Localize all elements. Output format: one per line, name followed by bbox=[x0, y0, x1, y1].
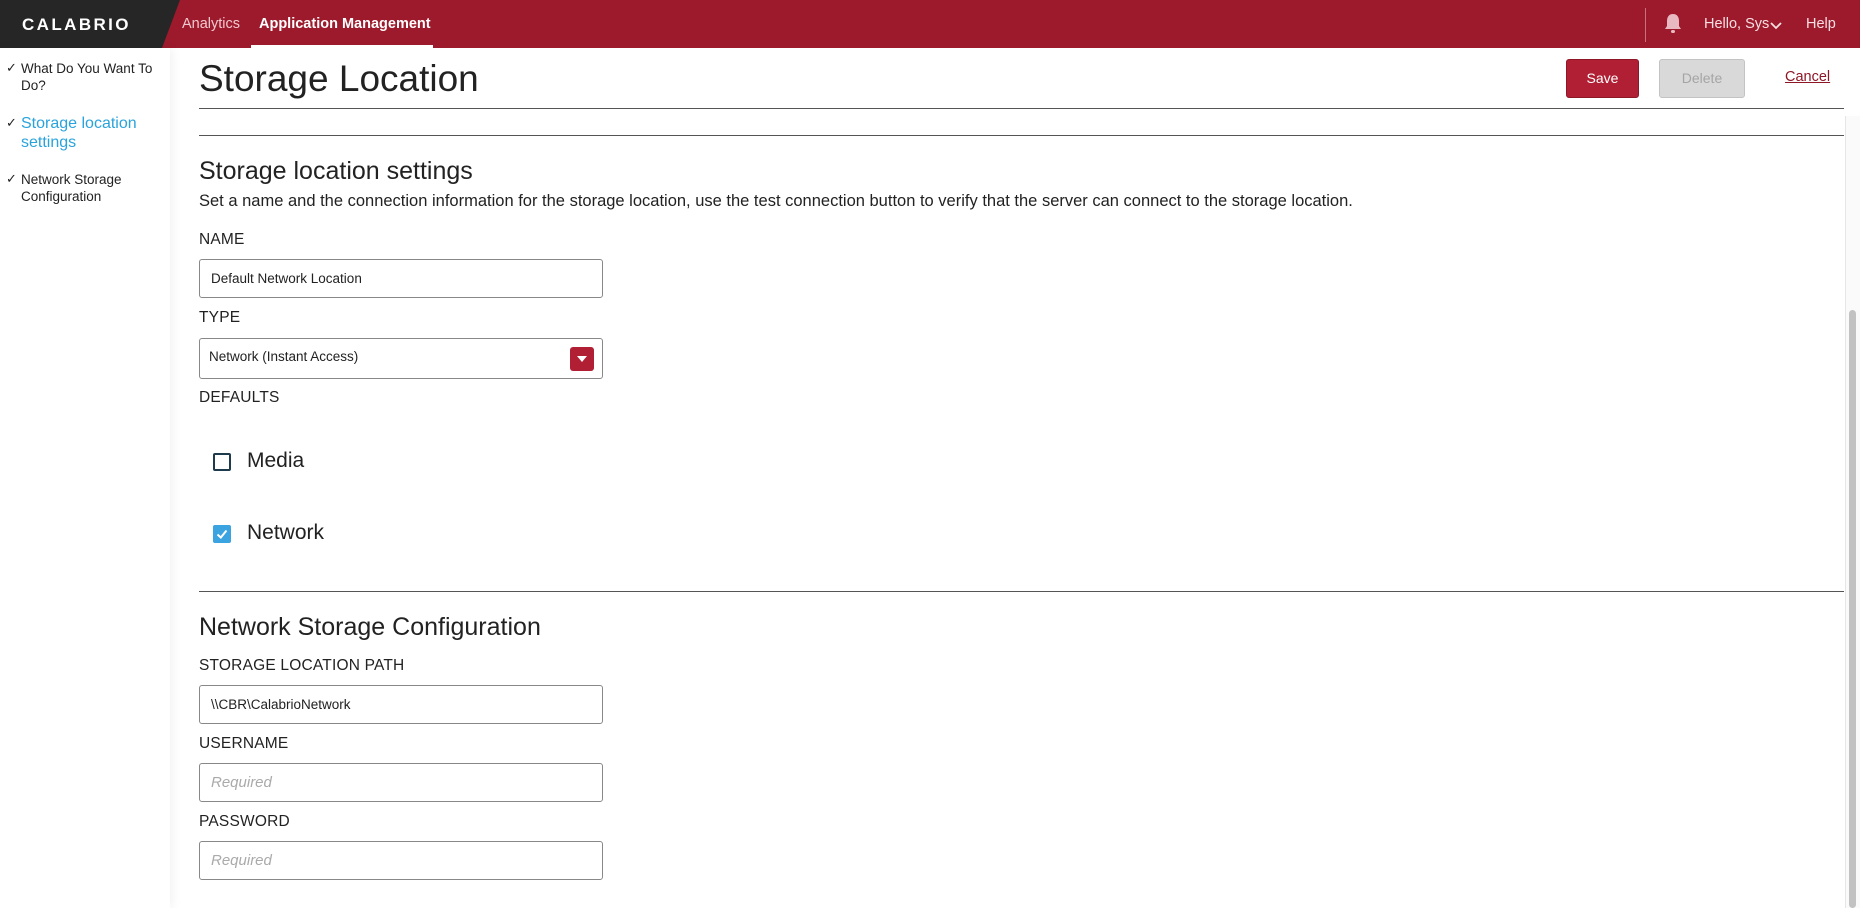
user-menu[interactable]: Hello, Sys bbox=[1704, 16, 1769, 32]
network-checkbox-label[interactable]: Network bbox=[247, 521, 324, 545]
checkmark-icon: ✓ bbox=[6, 115, 17, 130]
section-divider bbox=[199, 135, 1844, 136]
header-divider bbox=[199, 108, 1844, 109]
wizard-step-label: Network Storage Configuration bbox=[21, 172, 122, 204]
type-select[interactable]: Network (Instant Access) bbox=[199, 338, 603, 379]
storage-path-input[interactable] bbox=[199, 685, 603, 724]
section-description: Set a name and the connection informatio… bbox=[199, 192, 1353, 210]
wizard-step-label: What Do You Want To Do? bbox=[21, 61, 153, 93]
wizard-step-label: Storage location settings bbox=[21, 115, 137, 151]
calabrio-logo[interactable]: CALABRIO bbox=[22, 15, 131, 35]
name-input[interactable] bbox=[199, 259, 603, 298]
defaults-label: DEFAULTS bbox=[199, 389, 280, 406]
storage-path-label: STORAGE LOCATION PATH bbox=[199, 657, 405, 674]
save-button[interactable]: Save bbox=[1566, 59, 1639, 98]
active-nav-indicator bbox=[251, 45, 433, 48]
username-input[interactable] bbox=[199, 763, 603, 802]
media-checkbox[interactable] bbox=[213, 453, 231, 471]
topbar-divider bbox=[1645, 8, 1646, 42]
password-label: PASSWORD bbox=[199, 813, 290, 830]
username-label: USERNAME bbox=[199, 735, 289, 752]
checkmark-icon: ✓ bbox=[6, 60, 17, 75]
bell-icon[interactable] bbox=[1663, 12, 1683, 34]
delete-button[interactable]: Delete bbox=[1659, 59, 1745, 98]
scrollbar-thumb[interactable] bbox=[1849, 310, 1856, 908]
wizard-sidebar: ✓ What Do You Want To Do? ✓ Storage loca… bbox=[0, 48, 170, 908]
dropdown-arrow-icon[interactable] bbox=[570, 347, 594, 371]
network-checkbox[interactable] bbox=[213, 525, 231, 543]
type-select-value: Network (Instant Access) bbox=[209, 349, 359, 364]
top-navigation-bar: CALABRIO Analytics Application Managemen… bbox=[0, 0, 1860, 48]
nav-analytics[interactable]: Analytics bbox=[182, 16, 240, 32]
help-link[interactable]: Help bbox=[1806, 16, 1836, 32]
type-label: TYPE bbox=[199, 309, 241, 326]
password-input[interactable] bbox=[199, 841, 603, 880]
section-title-network-storage-configuration: Network Storage Configuration bbox=[199, 613, 541, 641]
media-checkbox-label[interactable]: Media bbox=[247, 449, 304, 473]
name-label: NAME bbox=[199, 231, 245, 248]
page-title: Storage Location bbox=[199, 58, 479, 99]
section-title-storage-location-settings: Storage location settings bbox=[199, 157, 473, 185]
cancel-link[interactable]: Cancel bbox=[1785, 69, 1830, 85]
chevron-down-icon[interactable] bbox=[1770, 18, 1782, 30]
section-divider bbox=[199, 591, 1844, 592]
nav-application-management[interactable]: Application Management bbox=[259, 16, 431, 32]
checkmark-icon bbox=[216, 529, 228, 539]
checkmark-icon: ✓ bbox=[6, 171, 17, 186]
